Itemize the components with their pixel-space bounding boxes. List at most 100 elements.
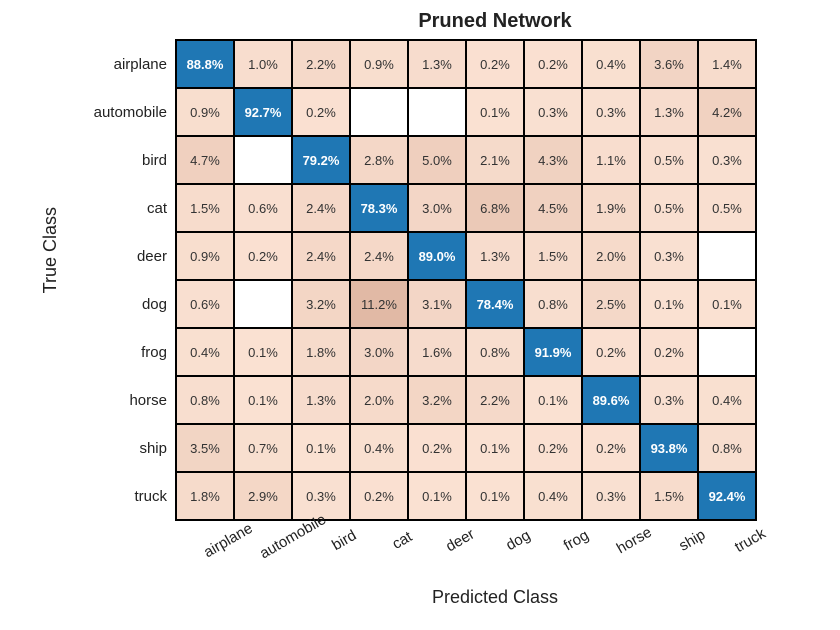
x-tick-labels: airplaneautomobilebirdcatdeerdogfroghors… [188, 521, 820, 581]
heatmap-cell: 0.3% [698, 136, 756, 184]
y-tick-label: airplane [67, 40, 175, 88]
heatmap-cell [234, 280, 292, 328]
heatmap-cell: 1.8% [176, 472, 234, 520]
heatmap-cell: 0.4% [176, 328, 234, 376]
plot-area: True Class airplaneautomobilebirdcatdeer… [40, 39, 820, 521]
heatmap-cell [234, 136, 292, 184]
heatmap-cell [350, 88, 408, 136]
heatmap-cell: 2.4% [292, 184, 350, 232]
heatmap-cell: 1.5% [524, 232, 582, 280]
y-tick-labels: airplaneautomobilebirdcatdeerdogfroghors… [67, 40, 175, 520]
heatmap-cell: 78.4% [466, 280, 524, 328]
heatmap-cell: 79.2% [292, 136, 350, 184]
heatmap-cell: 0.4% [582, 40, 640, 88]
heatmap-cell: 1.3% [640, 88, 698, 136]
heatmap-cell: 3.5% [176, 424, 234, 472]
heatmap-cell: 78.3% [350, 184, 408, 232]
heatmap-cell: 0.4% [350, 424, 408, 472]
heatmap-cell: 0.1% [466, 88, 524, 136]
heatmap-cell: 0.3% [524, 88, 582, 136]
heatmap-cell: 2.2% [292, 40, 350, 88]
heatmap-cell: 2.2% [466, 376, 524, 424]
heatmap-cell: 0.5% [640, 136, 698, 184]
heatmap-cell: 3.1% [408, 280, 466, 328]
y-tick-label: frog [67, 328, 175, 376]
heatmap-cell: 3.6% [640, 40, 698, 88]
heatmap-cell: 0.8% [524, 280, 582, 328]
heatmap-cell: 0.9% [350, 40, 408, 88]
heatmap-cell: 0.1% [234, 328, 292, 376]
heatmap-cell: 0.7% [234, 424, 292, 472]
y-axis-label: True Class [40, 207, 61, 293]
chart-title: Pruned Network [170, 10, 820, 33]
heatmap-cell: 0.8% [176, 376, 234, 424]
heatmap-cell: 93.8% [640, 424, 698, 472]
heatmap-cell: 0.1% [292, 424, 350, 472]
y-tick-label: truck [67, 472, 175, 520]
heatmap-cell: 0.8% [698, 424, 756, 472]
heatmap-cell: 0.9% [176, 88, 234, 136]
heatmap-cell: 0.2% [582, 328, 640, 376]
heatmap-cell: 3.2% [408, 376, 466, 424]
y-tick-label: automobile [67, 88, 175, 136]
heatmap-cell: 0.5% [640, 184, 698, 232]
heatmap-cell: 0.1% [466, 424, 524, 472]
heatmap-cell: 2.5% [582, 280, 640, 328]
heatmap-cell: 1.8% [292, 328, 350, 376]
heatmap-cell: 1.1% [582, 136, 640, 184]
heatmap-cell: 1.5% [176, 184, 234, 232]
heatmap-cell: 0.2% [466, 40, 524, 88]
heatmap-cell: 3.0% [350, 328, 408, 376]
y-tick-label: bird [67, 136, 175, 184]
heatmap-cell: 0.2% [640, 328, 698, 376]
heatmap-cell: 0.8% [466, 328, 524, 376]
heatmap-cell: 2.4% [350, 232, 408, 280]
y-tick-label: deer [67, 232, 175, 280]
heatmap-cell: 1.3% [292, 376, 350, 424]
heatmap-cell: 0.2% [524, 424, 582, 472]
heatmap-cell: 0.1% [524, 376, 582, 424]
heatmap-cell: 0.2% [524, 40, 582, 88]
heatmap-cell: 5.0% [408, 136, 466, 184]
x-axis-label: Predicted Class [170, 587, 820, 608]
heatmap-cell: 0.1% [698, 280, 756, 328]
heatmap-cell: 1.4% [698, 40, 756, 88]
heatmap-cell: 1.9% [582, 184, 640, 232]
heatmap-cell: 3.0% [408, 184, 466, 232]
y-tick-label: horse [67, 376, 175, 424]
heatmap-cell: 0.2% [234, 232, 292, 280]
heatmap-cell: 4.7% [176, 136, 234, 184]
heatmap-cell: 89.0% [408, 232, 466, 280]
confusion-matrix-chart: Pruned Network True Class airplaneautomo… [40, 10, 820, 608]
heatmap-cell: 2.1% [466, 136, 524, 184]
heatmap-cell: 0.3% [640, 232, 698, 280]
heatmap-cell: 89.6% [582, 376, 640, 424]
heatmap-cell: 2.8% [350, 136, 408, 184]
heatmap-cell: 2.4% [292, 232, 350, 280]
heatmap-cell: 0.9% [176, 232, 234, 280]
heatmap-cell: 6.8% [466, 184, 524, 232]
heatmap-cell: 3.2% [292, 280, 350, 328]
heatmap-cell: 0.3% [640, 376, 698, 424]
heatmap-cell: 1.3% [408, 40, 466, 88]
heatmap-cell: 92.7% [234, 88, 292, 136]
heatmap-cell: 0.5% [698, 184, 756, 232]
heatmap-cell: 1.6% [408, 328, 466, 376]
heatmap-cell: 0.2% [582, 424, 640, 472]
heatmap-cell: 1.0% [234, 40, 292, 88]
heatmap-cell [408, 88, 466, 136]
heatmap-cell [698, 328, 756, 376]
y-tick-label: dog [67, 280, 175, 328]
heatmap-cell: 2.0% [582, 232, 640, 280]
heatmap-cell: 4.3% [524, 136, 582, 184]
heatmap-cell: 0.6% [234, 184, 292, 232]
y-tick-label: ship [67, 424, 175, 472]
heatmap-cell: 91.9% [524, 328, 582, 376]
heatmap-frame: 88.8%1.0%2.2%0.9%1.3%0.2%0.2%0.4%3.6%1.4… [175, 39, 757, 521]
heatmap-cell: 0.2% [292, 88, 350, 136]
heatmap-cell: 0.1% [234, 376, 292, 424]
heatmap-cell: 11.2% [350, 280, 408, 328]
heatmap-grid: 88.8%1.0%2.2%0.9%1.3%0.2%0.2%0.4%3.6%1.4… [176, 40, 756, 520]
y-tick-label: cat [67, 184, 175, 232]
heatmap-cell: 4.2% [698, 88, 756, 136]
